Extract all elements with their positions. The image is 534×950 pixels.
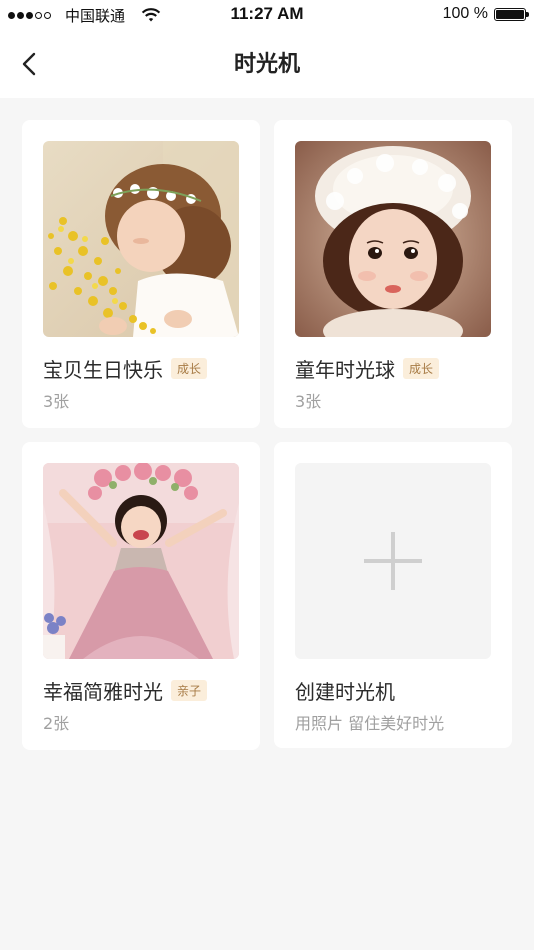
plus-icon	[364, 532, 422, 590]
album-tag: 成长	[171, 358, 208, 379]
album-title-row: 童年时光球 成长	[295, 354, 440, 383]
album-title: 宝贝生日快乐	[43, 358, 163, 382]
album-tag: 亲子	[171, 680, 208, 701]
album-card[interactable]: 童年时光球 成长 3张	[274, 120, 512, 428]
album-photo-count: 3张	[43, 392, 70, 411]
battery-percent: 100 %	[442, 5, 488, 22]
album-title: 幸福简雅时光	[43, 680, 163, 704]
status-right: 100 %	[442, 5, 529, 23]
battery-icon	[494, 7, 529, 21]
create-album-card[interactable]: 创建时光机 用照片 留住美好时光	[274, 442, 512, 748]
album-title-row: 宝贝生日快乐 成长	[43, 354, 208, 383]
album-card[interactable]: 宝贝生日快乐 成长 3张	[22, 120, 260, 428]
nav-bar: 时光机	[0, 30, 534, 98]
album-photo-count: 2张	[43, 714, 70, 733]
create-title-row: 创建时光机	[295, 676, 395, 705]
album-tag: 成长	[403, 358, 440, 379]
album-cover-photo	[43, 463, 239, 659]
create-album-title: 创建时光机	[295, 680, 395, 704]
album-photo-count: 3张	[295, 392, 322, 411]
page-title: 时光机	[233, 52, 300, 77]
status-bar: 中国联通 11:27 AM 100 %	[0, 0, 534, 30]
album-card[interactable]: 幸福简雅时光 亲子 2张	[22, 442, 260, 750]
album-cover-photo	[295, 141, 491, 337]
create-album-subtitle: 用照片 留住美好时光	[295, 714, 445, 733]
album-title-row: 幸福简雅时光 亲子	[43, 676, 208, 705]
album-title: 童年时光球	[295, 358, 395, 382]
album-cover-photo	[43, 141, 239, 337]
create-album-placeholder[interactable]	[295, 463, 491, 659]
